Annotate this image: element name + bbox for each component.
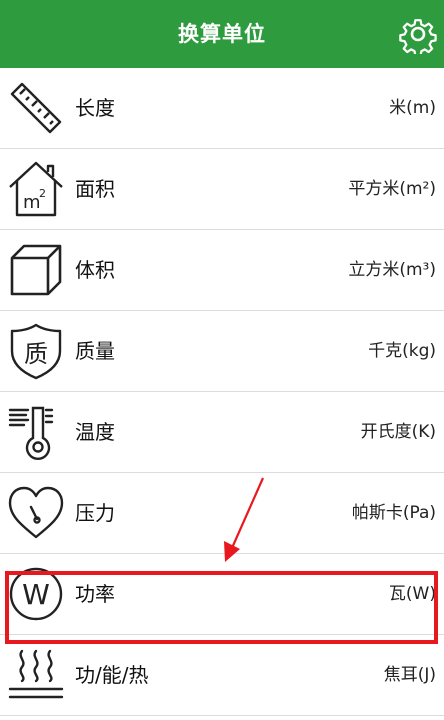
default-unit: 焦耳(J) xyxy=(383,665,436,685)
list-item-length[interactable]: 长度 米(m) xyxy=(0,68,444,149)
area-icon-text: m xyxy=(23,192,41,213)
list-item-power[interactable]: W 功率 瓦(W) xyxy=(0,554,444,635)
category-label: 压力 xyxy=(75,501,115,525)
settings-button[interactable] xyxy=(398,14,438,57)
cube-icon xyxy=(10,244,62,296)
heart-gauge-icon xyxy=(8,486,64,539)
area-icon-sup: 2 xyxy=(39,187,46,200)
category-label: 质量 xyxy=(75,339,115,363)
gear-icon xyxy=(399,19,437,57)
category-label: 功率 xyxy=(75,582,115,606)
unit-conversion-screen: 换算单位 长度 米(m) m 2 面积 平方米(m²) 体积 立方米(m³) 质… xyxy=(0,0,444,720)
heat-waves-icon xyxy=(8,649,64,699)
category-label: 长度 xyxy=(75,96,115,120)
thermometer-icon xyxy=(8,406,54,460)
app-header: 换算单位 xyxy=(0,0,444,68)
category-label: 功/能/热 xyxy=(75,663,149,687)
default-unit: 开氏度(K) xyxy=(360,422,436,442)
default-unit: 立方米(m³) xyxy=(348,260,436,280)
page-title: 换算单位 xyxy=(178,22,266,46)
mass-icon-text: 质 xyxy=(24,340,48,368)
category-label: 面积 xyxy=(75,177,115,201)
default-unit: 千克(kg) xyxy=(368,341,436,361)
ruler-icon xyxy=(10,82,62,134)
default-unit: 帕斯卡(Pa) xyxy=(351,503,436,523)
power-icon-text: W xyxy=(22,578,50,611)
list-item-pressure[interactable]: 压力 帕斯卡(Pa) xyxy=(0,473,444,554)
watt-circle-icon: W xyxy=(9,567,63,621)
default-unit: 米(m) xyxy=(389,98,436,118)
shield-mass-icon: 质 xyxy=(10,323,62,380)
list-item-energy[interactable]: 功/能/热 焦耳(J) xyxy=(0,635,444,716)
default-unit: 瓦(W) xyxy=(388,584,436,604)
category-label: 温度 xyxy=(75,420,115,444)
category-label: 体积 xyxy=(75,258,115,282)
house-m2-icon: m 2 xyxy=(9,161,63,217)
list-item-volume[interactable]: 体积 立方米(m³) xyxy=(0,230,444,311)
list-item-mass[interactable]: 质 质量 千克(kg) xyxy=(0,311,444,392)
default-unit: 平方米(m²) xyxy=(348,179,436,199)
list-item-temperature[interactable]: 温度 开氏度(K) xyxy=(0,392,444,473)
list-item-area[interactable]: m 2 面积 平方米(m²) xyxy=(0,149,444,230)
